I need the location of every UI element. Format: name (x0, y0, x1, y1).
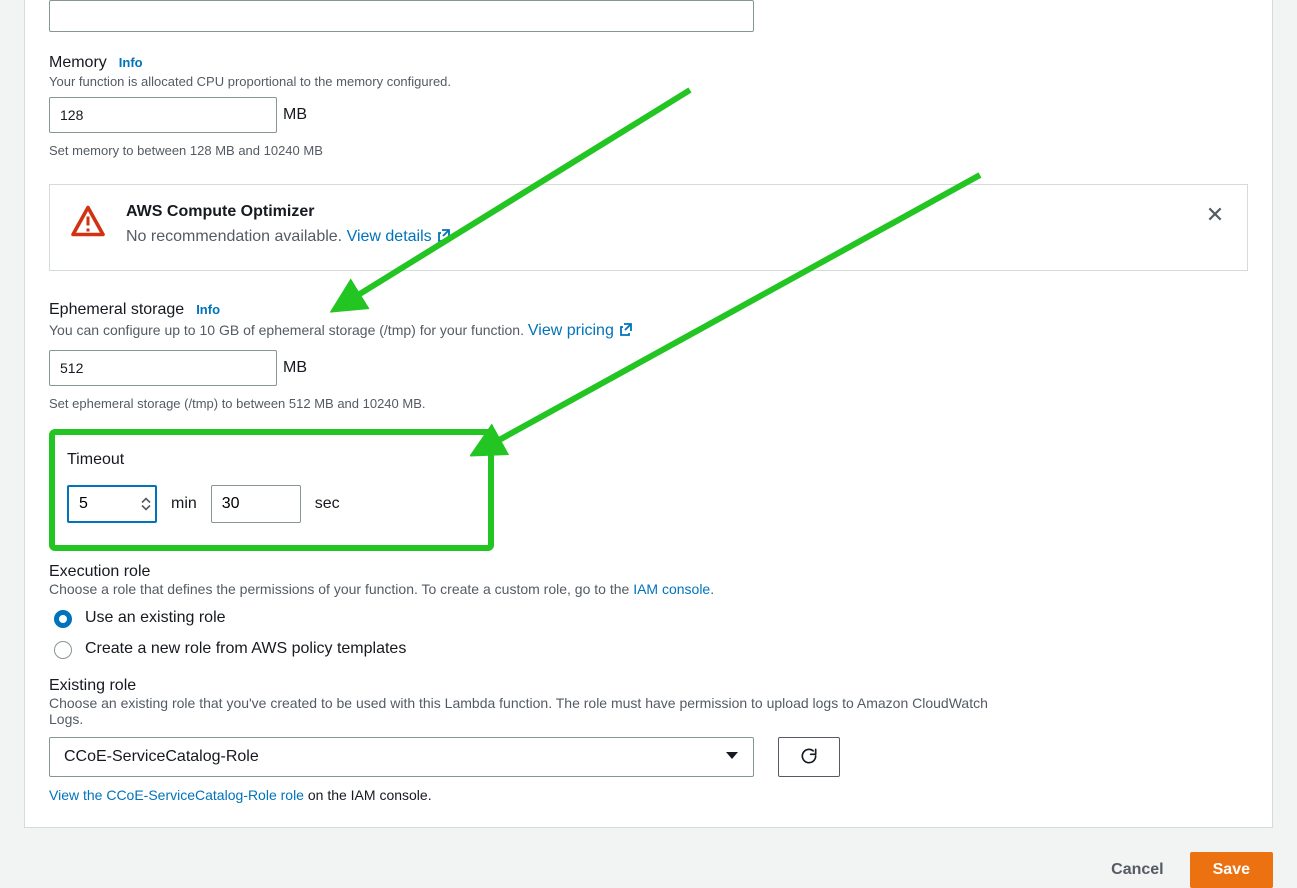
ephemeral-info-link[interactable]: Info (196, 302, 220, 317)
existing-role-select[interactable]: CCoE-ServiceCatalog-Role (49, 737, 754, 777)
ephemeral-desc-text: You can configure up to 10 GB of ephemer… (49, 322, 528, 338)
timeout-min-label: min (171, 495, 197, 513)
memory-hint: Set memory to between 128 MB and 10240 M… (49, 143, 1248, 158)
optimizer-close-button[interactable] (1201, 201, 1229, 229)
ephemeral-section: Ephemeral storage Info You can configure… (49, 301, 1248, 411)
memory-unit: MB (283, 106, 307, 124)
description-input-partial[interactable] (49, 0, 754, 32)
radio-existing-role-input[interactable] (54, 610, 72, 628)
exec-role-desc-suffix: . (710, 581, 714, 597)
timeout-title: Timeout (67, 451, 474, 469)
existing-role-section: Existing role Choose an existing role th… (49, 677, 1248, 803)
optimizer-link-label: View details (347, 228, 432, 245)
cancel-button[interactable]: Cancel (1105, 852, 1169, 888)
existing-role-selected-label: CCoE-ServiceCatalog-Role (64, 748, 259, 766)
warning-triangle-icon (70, 203, 106, 242)
timeout-sec-label: sec (315, 495, 340, 513)
radio-existing-role[interactable]: Use an existing role (49, 607, 1248, 628)
ephemeral-unit: MB (283, 359, 307, 377)
ephemeral-title: Ephemeral storage (49, 301, 184, 319)
compute-optimizer-box: AWS Compute Optimizer No recommendation … (49, 184, 1248, 271)
memory-info-link[interactable]: Info (119, 55, 143, 70)
optimizer-text-static: No recommendation available. (126, 228, 347, 245)
optimizer-text: No recommendation available. View detail… (126, 227, 452, 248)
view-role-suffix: on the IAM console. (304, 787, 432, 803)
memory-section: Memory Info Your function is allocated C… (49, 54, 1248, 158)
ephemeral-desc: You can configure up to 10 GB of ephemer… (49, 321, 1248, 342)
external-link-icon (618, 321, 634, 342)
caret-down-icon (725, 748, 739, 766)
existing-role-title: Existing role (49, 677, 1248, 695)
timeout-highlight-box: Timeout min sec (49, 429, 494, 551)
radio-new-role-input[interactable] (54, 641, 72, 659)
optimizer-title: AWS Compute Optimizer (126, 203, 452, 221)
optimizer-view-details-link[interactable]: View details (347, 228, 452, 245)
exec-role-desc: Choose a role that defines the permissio… (49, 581, 1248, 597)
form-actions: Cancel Save (0, 828, 1297, 888)
ephemeral-input[interactable] (49, 350, 277, 386)
save-button[interactable]: Save (1190, 852, 1273, 888)
iam-console-link[interactable]: IAM console (633, 581, 710, 597)
memory-title: Memory (49, 54, 107, 72)
refresh-icon (799, 746, 819, 769)
ephemeral-pricing-link[interactable]: View pricing (528, 322, 634, 339)
existing-role-desc: Choose an existing role that you've crea… (49, 695, 989, 727)
execution-role-section: Execution role Choose a role that define… (49, 563, 1248, 659)
settings-panel: Memory Info Your function is allocated C… (24, 0, 1273, 828)
ephemeral-pricing-label: View pricing (528, 322, 614, 339)
page-root: Memory Info Your function is allocated C… (0, 0, 1297, 888)
view-role-link[interactable]: View the CCoE-ServiceCatalog-Role role (49, 787, 304, 803)
timeout-sec-input[interactable] (211, 485, 301, 523)
exec-role-title: Execution role (49, 563, 1248, 581)
radio-existing-role-label: Use an existing role (85, 609, 226, 627)
timeout-min-input[interactable] (67, 485, 157, 523)
memory-desc: Your function is allocated CPU proportio… (49, 74, 1248, 89)
view-role-line: View the CCoE-ServiceCatalog-Role role o… (49, 787, 1248, 803)
close-icon (1206, 205, 1224, 226)
radio-new-role-label: Create a new role from AWS policy templa… (85, 640, 406, 658)
radio-new-role[interactable]: Create a new role from AWS policy templa… (49, 638, 1248, 659)
ephemeral-hint: Set ephemeral storage (/tmp) to between … (49, 396, 1248, 411)
external-link-icon (436, 227, 452, 248)
refresh-roles-button[interactable] (778, 737, 840, 777)
memory-input[interactable] (49, 97, 277, 133)
exec-role-desc-prefix: Choose a role that defines the permissio… (49, 581, 633, 597)
